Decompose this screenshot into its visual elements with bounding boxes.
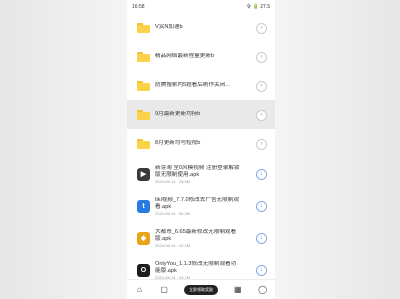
item-name: 9月最新更新均持b [155, 111, 201, 117]
status-bar: 16:58 令 🔋 27.5 [127, 0, 275, 13]
folder-icon [137, 109, 150, 120]
download-icon[interactable]: ↓ [256, 233, 267, 244]
left-blur-panel [0, 0, 127, 299]
item-name: 精品网络最新程量更新b [155, 53, 215, 59]
list-item-apk[interactable]: t tiki视频_7.7.0修改去广告无限制观看.apk 2024-08-14 … [127, 190, 275, 222]
app-icon: t [137, 199, 150, 213]
app-icon: ▶ [137, 167, 150, 181]
status-time: 16:58 [132, 3, 145, 10]
file-list: V赏N加速b › 精品网络最新程量更新b › 防腾搜索内5题看后刷作关闭... … [127, 13, 275, 286]
home-icon[interactable]: ⌂ [134, 285, 144, 294]
status-indicators: 令 🔋 27.5 [246, 4, 270, 10]
item-name: 新芽淘 全0风模视频 注册登录解锁版无限制使用.apk [155, 164, 240, 178]
list-item-apk[interactable]: ▶ 新芽淘 全0风模视频 注册登录解锁版无限制使用.apk 2024-08-14… [127, 158, 275, 190]
folder-icon [137, 80, 150, 91]
chevron-right-icon[interactable]: › [256, 138, 267, 150]
chevron-right-icon[interactable]: › [256, 80, 267, 92]
download-icon[interactable]: ↓ [256, 201, 267, 212]
bottom-nav: ⌂ ▢ 立即领取奖励 ▦ ◯ [127, 279, 275, 299]
list-item-folder[interactable]: 精品网络最新程量更新b › [127, 42, 275, 71]
app-icon: ◆ [137, 231, 150, 245]
list-item-folder[interactable]: 9月最新更新均持b › [127, 100, 275, 129]
item-meta: 2024-08-14 · 42.1M [155, 242, 191, 248]
reward-button[interactable]: 立即领取奖励 [183, 284, 218, 295]
profile-icon[interactable]: ◯ [258, 285, 268, 294]
list-item-apk[interactable]: ◆ 大都市_6.65最新修改无限制观看版.apk 2024-08-14 · 42… [127, 222, 275, 254]
item-name: 8月更新均与短视b [155, 140, 201, 146]
chevron-right-icon[interactable]: › [256, 109, 267, 121]
folder-icon [137, 51, 150, 62]
list-item-folder[interactable]: V赏N加速b › [127, 13, 275, 42]
item-name: 防腾搜索内5题看后刷作关闭... [155, 82, 230, 88]
chevron-right-icon[interactable]: › [256, 22, 267, 34]
item-meta: 2024-08-14 · 28.5M [155, 178, 191, 184]
folder-icon [137, 22, 150, 33]
grid-icon[interactable]: ▦ [233, 285, 243, 294]
chevron-right-icon[interactable]: › [256, 51, 267, 63]
list-item-folder[interactable]: 8月更新均与短视b › [127, 129, 275, 158]
right-blur-panel [275, 0, 400, 299]
item-name: 大都市_6.65最新修改无限制观看版.apk [155, 228, 237, 242]
item-meta: 2024-08-14 · 56.2M [155, 210, 191, 216]
phone-screen: 16:58 令 🔋 27.5 V赏N加速b › 精品网络最新程量更新b › 防腾… [127, 0, 275, 299]
item-name: tiki视频_7.7.0修改去广告无限制观看.apk [155, 196, 239, 210]
list-item-folder[interactable]: 防腾搜索内5题看后刷作关闭... › [127, 71, 275, 100]
folder-icon [137, 138, 150, 149]
item-name: OnlyYou_1.1.3修改无限制观看功能版.apk [155, 260, 237, 274]
folder-nav-icon[interactable]: ▢ [159, 285, 169, 294]
download-icon[interactable]: ↓ [256, 265, 267, 276]
app-icon: O [137, 263, 150, 277]
item-name: V赏N加速b [155, 24, 183, 30]
download-icon[interactable]: ↓ [256, 169, 267, 180]
